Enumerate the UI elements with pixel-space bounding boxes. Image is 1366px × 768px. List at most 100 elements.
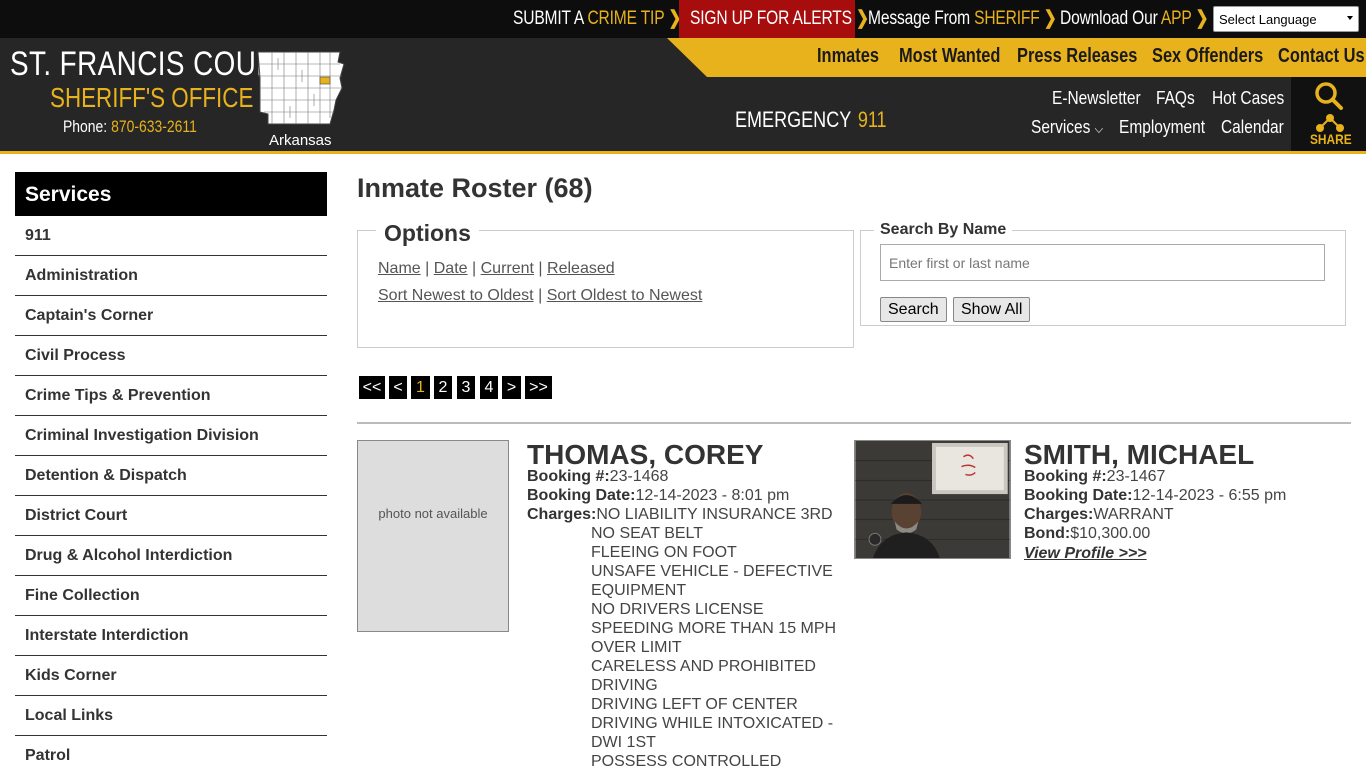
emergency-value[interactable]: 911	[858, 107, 887, 132]
separator: |	[425, 260, 430, 277]
nav-enewsletter[interactable]: E-Newsletter	[1052, 88, 1141, 109]
sort-by-name-link[interactable]: Name	[378, 260, 421, 277]
sheriff-prefix: Message From	[868, 8, 975, 29]
separator: |	[538, 260, 543, 277]
charges-label: Charges:WARRANT	[1024, 506, 1174, 524]
search-icon[interactable]	[1314, 81, 1344, 111]
charge-item: DWI 1ST	[591, 734, 656, 751]
sheriff-office-name[interactable]: SHERIFF'S OFFICE	[50, 82, 253, 114]
crime-tip-prefix: SUBMIT A	[513, 8, 588, 29]
search-button[interactable]: Search	[880, 297, 947, 322]
charges-label: Charges:NO LIABILITY INSURANCE 3RD	[527, 506, 833, 524]
sign-up-alerts-link[interactable]: SIGN UP FOR ALERTS ❯	[690, 0, 869, 38]
sidebar-item-kids-corner[interactable]: Kids Corner	[15, 656, 327, 696]
charge-item: NO LIABILITY INSURANCE 3RD	[596, 506, 833, 523]
sidebar-item-fine-collection[interactable]: Fine Collection	[15, 576, 327, 616]
emergency-number: EMERGENCY 911	[735, 107, 887, 133]
chevron-right-icon: ❯	[856, 8, 869, 29]
sort-oldest-link[interactable]: Sort Oldest to Newest	[547, 287, 703, 304]
emergency-label: EMERGENCY	[735, 107, 852, 132]
charge-item: POSSESS CONTROLLED	[591, 753, 782, 768]
inmate-photo[interactable]	[854, 440, 1011, 559]
sidebar-item-patrol[interactable]: Patrol	[15, 736, 327, 768]
sidebar-item-local-links[interactable]: Local Links	[15, 696, 327, 736]
sort-filter-options: Name | Date | Current | Released	[378, 260, 615, 278]
sidebar-title: Services	[15, 172, 327, 216]
nav-services-dropdown[interactable]: Services ⌵	[1031, 117, 1103, 138]
separator: |	[472, 260, 477, 277]
charge-item: NO DRIVERS LICENSE	[591, 601, 764, 618]
nav-most-wanted[interactable]: Most Wanted	[899, 45, 1000, 68]
nav-calendar[interactable]: Calendar	[1221, 117, 1284, 138]
phone-number: Phone: 870-633-2611	[63, 117, 197, 137]
charge-item: CARELESS AND PROHIBITED	[591, 658, 816, 675]
search-legend: Search By Name	[874, 221, 1013, 239]
sidebar-item-detention-dispatch[interactable]: Detention & Dispatch	[15, 456, 327, 496]
nav-faqs[interactable]: FAQs	[1156, 88, 1195, 109]
phone-label: Phone:	[63, 117, 108, 136]
chevron-down-icon: ⌵	[1094, 121, 1104, 136]
page-title: Inmate Roster (68)	[357, 173, 593, 203]
booking-date-value: 12-14-2023 - 6:55 pm	[1132, 487, 1287, 504]
charge-item: UNSAFE VEHICLE - DEFECTIVE	[591, 563, 833, 580]
charge-item: EQUIPMENT	[591, 582, 687, 599]
sidebar-item-drug-alcohol[interactable]: Drug & Alcohol Interdiction	[15, 536, 327, 576]
submit-crime-tip-link[interactable]: SUBMIT A CRIME TIP ❯	[513, 0, 681, 38]
pager-page-4[interactable]: 4	[480, 376, 498, 399]
inmate-photo-placeholder[interactable]: photo not available	[357, 440, 509, 632]
pager-last[interactable]: >>	[525, 376, 552, 399]
bond-value: $10,300.00	[1070, 525, 1151, 542]
app-prefix: Download Our	[1060, 8, 1161, 29]
sidebar-item-administration[interactable]: Administration	[15, 256, 327, 296]
inmate-name[interactable]: THOMAS, COREY	[527, 439, 763, 471]
booking-date: Booking Date:12-14-2023 - 8:01 pm	[527, 487, 789, 505]
sidebar-item-district-court[interactable]: District Court	[15, 496, 327, 536]
message-from-sheriff-link[interactable]: Message From SHERIFF ❯	[868, 0, 1057, 38]
arkansas-map-icon	[257, 51, 345, 125]
share-icon[interactable]	[1315, 113, 1345, 133]
chevron-right-icon: ❯	[1195, 8, 1209, 29]
sidebar-item-interstate-interdiction[interactable]: Interstate Interdiction	[15, 616, 327, 656]
sidebar-item-captains-corner[interactable]: Captain's Corner	[15, 296, 327, 336]
content-divider	[357, 422, 1351, 424]
sidebar-item-criminal-investigation[interactable]: Criminal Investigation Division	[15, 416, 327, 456]
view-profile-link[interactable]: View Profile >>>	[1024, 545, 1147, 563]
pager-page-3[interactable]: 3	[457, 376, 475, 399]
charge-item: OVER LIMIT	[591, 639, 682, 656]
nav-sex-offenders[interactable]: Sex Offenders	[1152, 45, 1263, 68]
download-app-link[interactable]: Download Our APP ❯	[1060, 0, 1209, 38]
show-all-button[interactable]: Show All	[953, 297, 1031, 322]
options-legend: Options	[376, 220, 479, 247]
charge-item: SPEEDING MORE THAN 15 MPH	[591, 620, 837, 637]
filter-released-link[interactable]: Released	[547, 260, 615, 277]
nav-press-releases[interactable]: Press Releases	[1017, 45, 1137, 68]
app-highlight: APP	[1160, 8, 1192, 29]
filter-current-link[interactable]: Current	[481, 260, 534, 277]
sidebar-item-crime-tips[interactable]: Crime Tips & Prevention	[15, 376, 327, 416]
nav-hot-cases[interactable]: Hot Cases	[1212, 88, 1284, 109]
nav-contact-us[interactable]: Contact Us	[1278, 45, 1365, 68]
sort-newest-link[interactable]: Sort Newest to Oldest	[378, 287, 534, 304]
pager-prev[interactable]: <	[389, 376, 407, 399]
phone-value[interactable]: 870-633-2611	[111, 117, 197, 136]
sidebar-item-911[interactable]: 911	[15, 216, 327, 256]
sort-order-options: Sort Newest to Oldest | Sort Oldest to N…	[378, 287, 702, 305]
nav-employment[interactable]: Employment	[1119, 117, 1205, 138]
pager-page-2[interactable]: 2	[434, 376, 452, 399]
pager-next[interactable]: >	[502, 376, 521, 399]
share-label[interactable]: SHARE	[1310, 131, 1352, 147]
pager-page-1[interactable]: 1	[411, 376, 430, 399]
services-label: Services	[1031, 117, 1091, 137]
name-search-input[interactable]	[880, 244, 1325, 281]
booking-date-value: 12-14-2023 - 8:01 pm	[635, 487, 790, 504]
nav-inmates[interactable]: Inmates	[817, 45, 879, 68]
separator: |	[538, 287, 543, 304]
language-select[interactable]: Select Language	[1213, 6, 1359, 32]
sidebar-item-civil-process[interactable]: Civil Process	[15, 336, 327, 376]
pager-first[interactable]: <<	[359, 376, 385, 399]
booking-label: Booking #:	[527, 468, 610, 485]
sort-by-date-link[interactable]: Date	[434, 260, 468, 277]
header-accent-stripe	[0, 151, 1366, 154]
booking-number: Booking #:23-1468	[527, 468, 668, 486]
inmate-name[interactable]: SMITH, MICHAEL	[1024, 439, 1254, 471]
